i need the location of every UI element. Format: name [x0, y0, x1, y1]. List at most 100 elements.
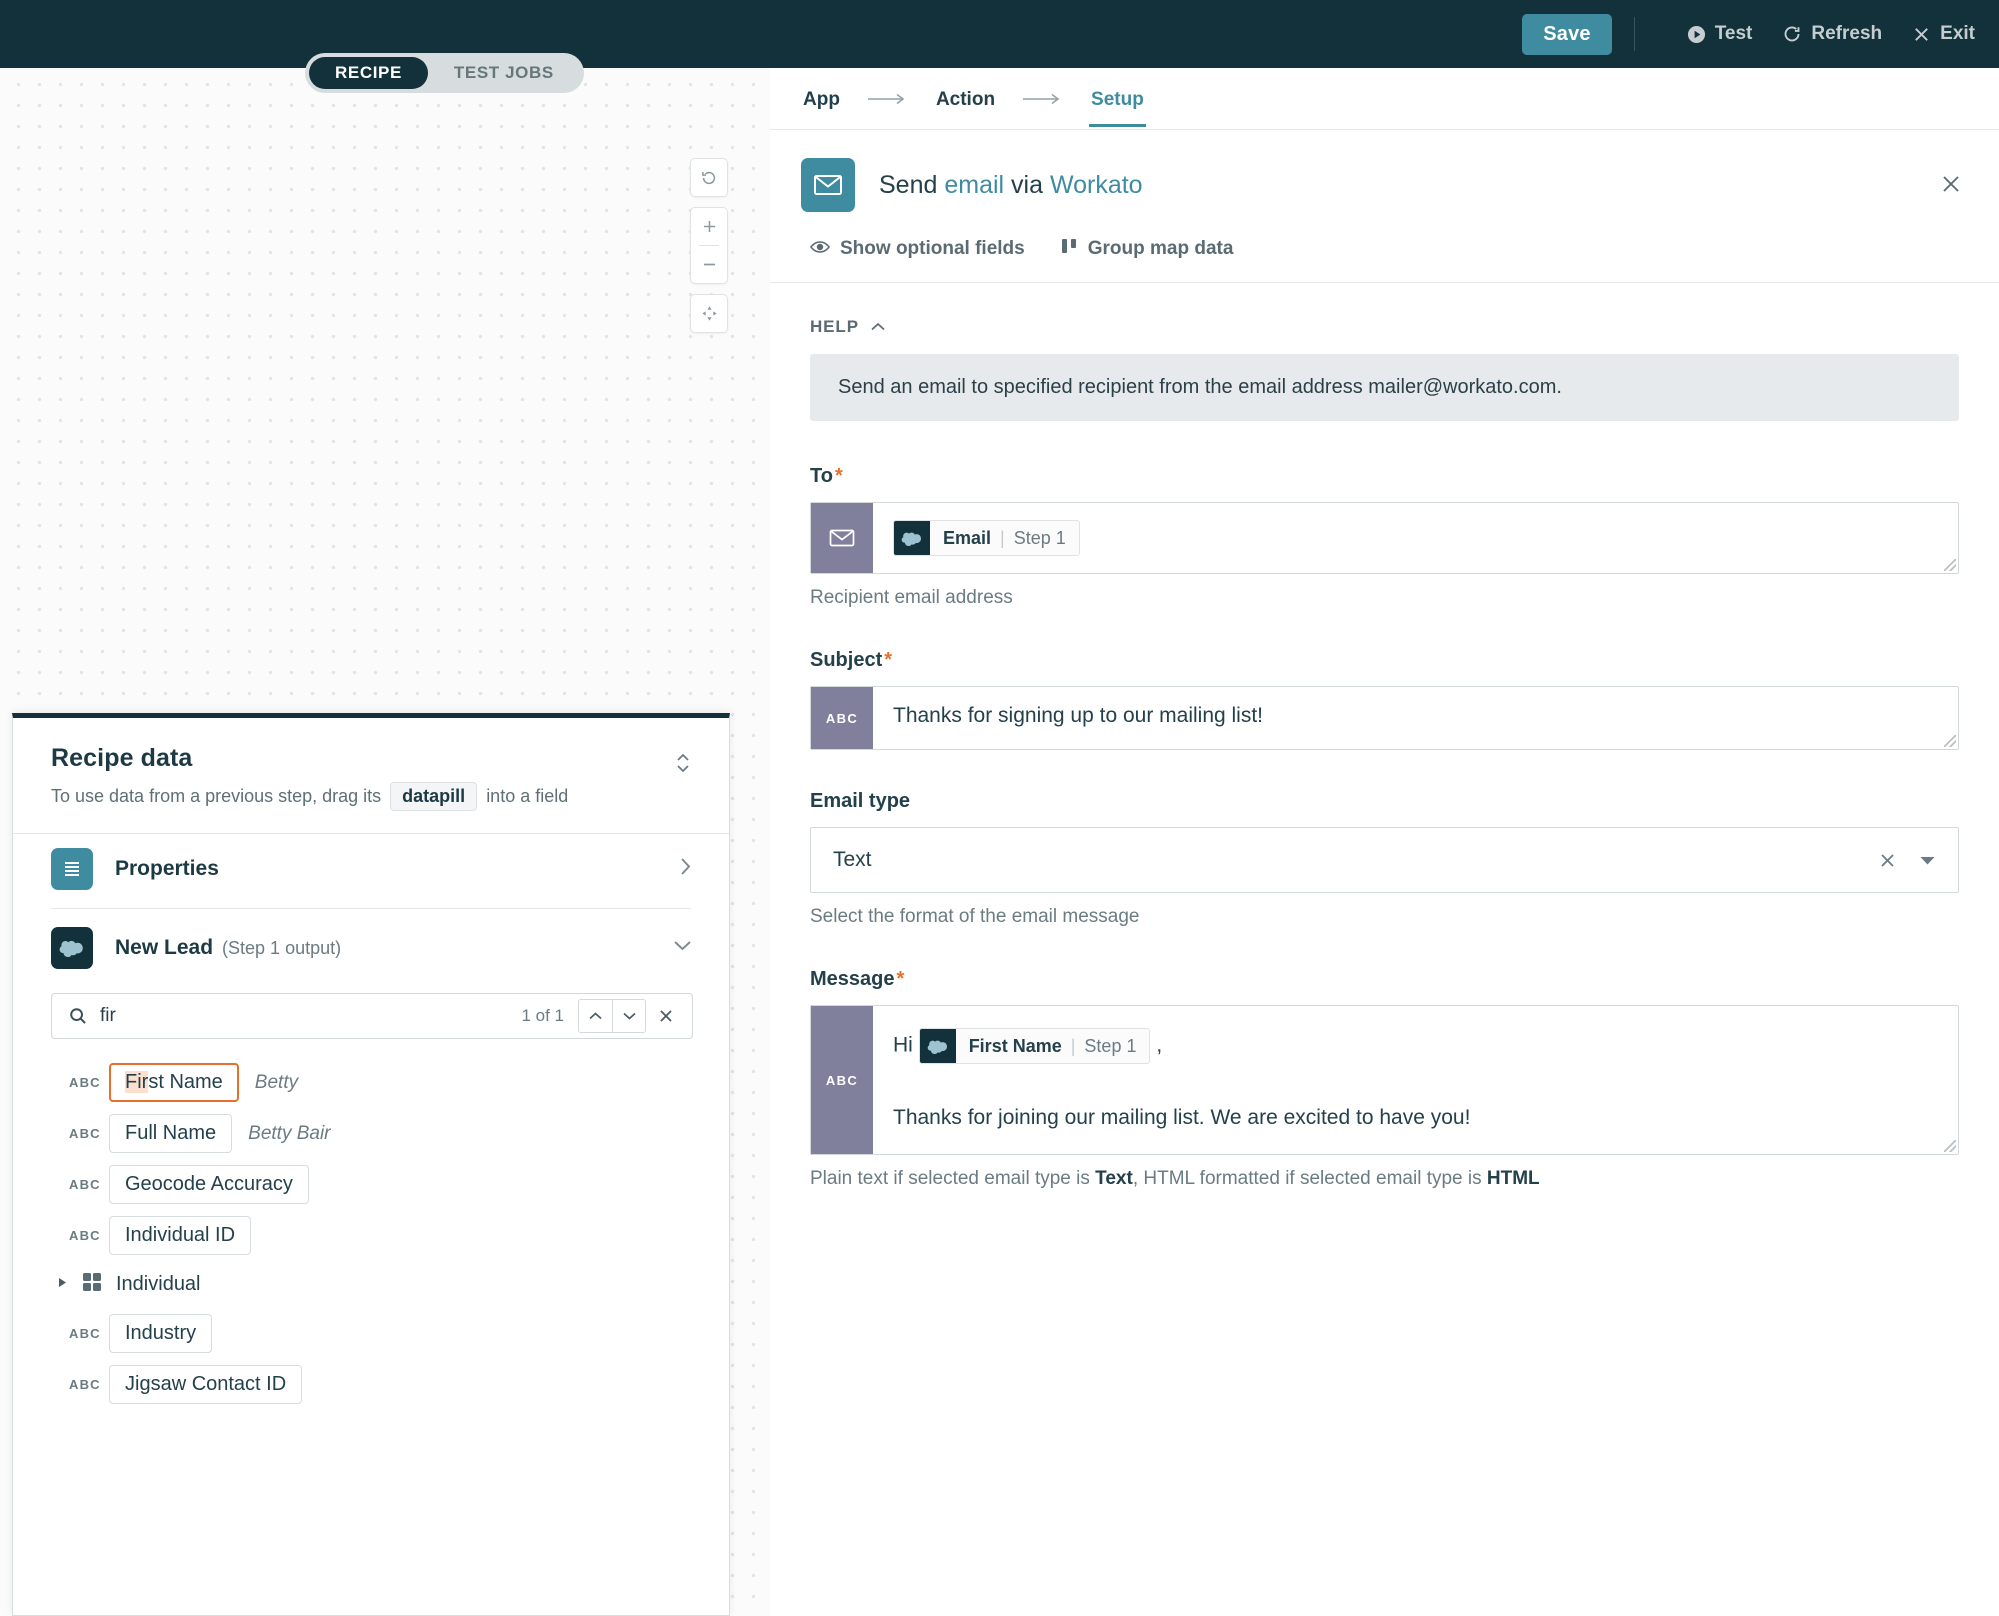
expand-triangle-icon[interactable] — [57, 1276, 68, 1294]
email-type-select[interactable]: Text — [810, 827, 1959, 893]
message-label: Message — [810, 968, 895, 990]
message-value[interactable]: Hi First Name | Step 1 , Thanks for join… — [873, 1006, 1958, 1154]
token-step: Step 1 — [1084, 1035, 1137, 1056]
close-panel-button[interactable] — [1939, 172, 1963, 201]
token-divider: | — [1000, 527, 1005, 548]
title-email: email — [944, 170, 1005, 199]
recipe-data-row-new-lead[interactable]: New Lead (Step 1 output) — [13, 913, 729, 983]
list-item[interactable]: ABC Geocode Accuracy — [13, 1159, 729, 1210]
datapill-first-name[interactable]: First Name — [109, 1063, 239, 1102]
required-asterisk: * — [884, 649, 893, 671]
chevron-down-icon[interactable] — [672, 938, 693, 958]
breadcrumb-setup[interactable]: Setup — [1089, 71, 1146, 127]
resize-handle[interactable] — [1944, 559, 1956, 571]
email-type-hint: Select the format of the email message — [810, 906, 1140, 927]
field-email-type: Email type Text Select the format of the… — [810, 790, 1959, 928]
message-input[interactable]: ABC Hi First Name | Step 1 , Thanks for … — [810, 1005, 1959, 1155]
datapill-geocode-accuracy[interactable]: Geocode Accuracy — [109, 1165, 309, 1204]
chevron-right-icon[interactable] — [678, 856, 693, 882]
caret-down-icon[interactable] — [1919, 855, 1936, 866]
refresh-button[interactable]: Refresh — [1782, 23, 1882, 45]
list-item[interactable]: ABC Jigsaw Contact ID — [13, 1359, 729, 1410]
to-value[interactable]: Email | Step 1 — [873, 503, 1958, 573]
list-item-folder-individual[interactable]: Individual — [13, 1261, 729, 1308]
list-item[interactable]: ABC Full Name Betty Bair — [13, 1108, 729, 1159]
resize-handle[interactable] — [1944, 735, 1956, 747]
email-type-value: Text — [833, 848, 872, 871]
row-label: Properties — [115, 857, 219, 880]
help-label-text: HELP — [810, 317, 859, 336]
pill-type-label: ABC — [69, 1126, 101, 1141]
datapill-token-email[interactable]: Email | Step 1 — [893, 520, 1080, 556]
fit-to-screen-control — [690, 294, 728, 333]
undo-circle-icon[interactable] — [690, 159, 728, 196]
hint-text-after: into a field — [486, 786, 569, 806]
exit-button[interactable]: Exit — [1912, 23, 1975, 45]
zoom-in-button[interactable] — [690, 208, 728, 245]
tab-recipe[interactable]: RECIPE — [309, 57, 428, 89]
datapill-industry[interactable]: Industry — [109, 1314, 213, 1353]
refresh-label: Refresh — [1811, 23, 1883, 44]
panel-collapse-toggle[interactable] — [673, 750, 693, 781]
subject-input[interactable]: ABC Thanks for signing up to our mailing… — [810, 686, 1959, 750]
subject-value[interactable]: Thanks for signing up to our mailing lis… — [873, 687, 1958, 749]
recipe-data-row-properties[interactable]: Properties — [13, 834, 729, 904]
field-message: Message * ABC Hi First Name | Step 1 , T… — [810, 968, 1959, 1190]
show-optional-fields-button[interactable]: Show optional fields — [810, 238, 1025, 260]
datapill-token-first-name[interactable]: First Name | Step 1 — [918, 1028, 1151, 1064]
help-text: Send an email to specified recipient fro… — [810, 354, 1959, 421]
envelope-icon — [801, 158, 855, 212]
resize-handle[interactable] — [1944, 1140, 1956, 1152]
breadcrumb-app[interactable]: App — [801, 71, 842, 127]
list-item[interactable]: ABC Individual ID — [13, 1210, 729, 1261]
search-clear-button[interactable] — [646, 1000, 686, 1032]
to-hint: Recipient email address — [810, 587, 1013, 608]
hint-part-d: HTML — [1486, 1168, 1540, 1189]
show-optional-fields-label: Show optional fields — [840, 238, 1025, 259]
datapill-individual-id[interactable]: Individual ID — [109, 1216, 252, 1255]
move-arrows-icon[interactable] — [690, 295, 728, 332]
new-lead-label: New Lead — [115, 936, 214, 959]
search-input[interactable]: fir — [100, 1005, 521, 1027]
salesforce-cloud-icon — [919, 1029, 956, 1063]
help-toggle[interactable]: HELP — [810, 317, 1959, 337]
breadcrumb-action[interactable]: Action — [934, 71, 997, 127]
group-map-data-button[interactable]: Group map data — [1061, 238, 1233, 260]
list-item[interactable]: ABC Industry — [13, 1308, 729, 1359]
search-prev-button[interactable] — [579, 1000, 612, 1032]
token-text: First Name | Step 1 — [956, 1029, 1150, 1063]
token-step: Step 1 — [1013, 527, 1066, 548]
chevron-up-icon — [870, 317, 886, 337]
search-next-button[interactable] — [612, 1000, 645, 1032]
arrow-right-icon — [1023, 93, 1063, 105]
zoom-out-button[interactable] — [690, 246, 728, 283]
message-after-token: , — [1156, 1033, 1163, 1057]
new-lead-note: (Step 1 output) — [222, 938, 342, 958]
pill-type-label: ABC — [69, 1177, 101, 1192]
field-label: Message * — [810, 968, 1959, 991]
message-hint: Plain text if selected email type is Tex… — [810, 1168, 1959, 1190]
token-name: First Name — [968, 1035, 1062, 1056]
list-item[interactable]: ABC First Name Betty — [13, 1057, 729, 1108]
folder-label: Individual — [116, 1273, 201, 1295]
test-button[interactable]: Test — [1687, 23, 1752, 45]
field-label: Subject * — [810, 649, 1959, 672]
save-button[interactable]: Save — [1522, 13, 1612, 55]
search-box[interactable]: fir 1 of 1 — [51, 993, 693, 1039]
title-send: Send — [879, 170, 945, 199]
eye-icon — [810, 238, 830, 260]
email-type-label: Email type — [810, 790, 911, 812]
message-greeting: Hi — [893, 1033, 913, 1057]
envelope-icon — [811, 503, 873, 573]
field-subject: Subject * ABC Thanks for signing up to ou… — [810, 649, 1959, 750]
tab-test-jobs[interactable]: TEST JOBS — [428, 57, 580, 89]
datapill-full-name[interactable]: Full Name — [109, 1114, 233, 1153]
folder-grid-icon — [81, 1271, 103, 1298]
recipe-data-hint: To use data from a previous step, drag i… — [51, 782, 693, 811]
abc-type-badge: ABC — [811, 1006, 873, 1154]
salesforce-cloud-icon — [894, 521, 930, 555]
to-input[interactable]: Email | Step 1 — [810, 502, 1959, 574]
view-tab-group: RECIPE TEST JOBS — [305, 53, 584, 93]
datapill-jigsaw-contact-id[interactable]: Jigsaw Contact ID — [109, 1365, 303, 1404]
clear-selection-icon[interactable] — [1878, 851, 1897, 870]
